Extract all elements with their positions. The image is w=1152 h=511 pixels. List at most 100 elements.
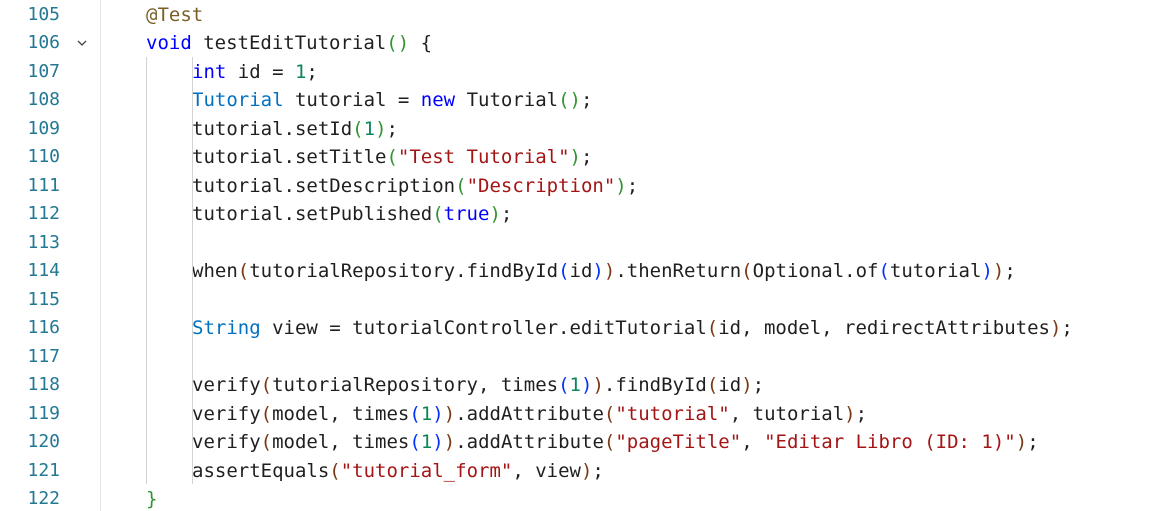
code-token: .addAttribute <box>455 402 604 425</box>
code-token: ) <box>592 260 604 282</box>
code-token: ( <box>603 402 616 425</box>
line-number: 108 <box>27 89 60 110</box>
code-text[interactable]: verify(tutorialRepository, times(1)).fin… <box>192 371 764 400</box>
code-token: ( <box>741 260 753 282</box>
code-text[interactable]: } <box>146 485 157 511</box>
line-number: 115 <box>27 288 60 310</box>
code-line[interactable]: 114 when(tutorialRepository.findById(id))… <box>0 257 1152 286</box>
code-token: ) <box>375 117 387 140</box>
code-token: } <box>146 488 158 510</box>
code-token: ( <box>558 260 570 282</box>
code-token: void <box>146 32 192 54</box>
code-token: ( <box>558 89 570 111</box>
code-line[interactable]: 106 void testEditTutorial() { <box>0 29 1152 58</box>
code-token: ; <box>1061 317 1073 339</box>
code-line[interactable]: 105 @Test <box>0 1 1152 30</box>
code-token: , view <box>512 459 581 482</box>
code-line[interactable]: 112 tutorial.setPublished(true); <box>0 200 1152 229</box>
code-token: ( <box>386 146 398 168</box>
code-line[interactable]: 118 verify(tutorialRepository, times(1)).… <box>0 371 1152 400</box>
code-token: 1 <box>294 60 307 83</box>
code-token: new <box>420 89 456 111</box>
code-token: ( <box>237 260 250 282</box>
code-token: ) <box>741 374 753 396</box>
code-token: ) <box>569 146 581 168</box>
code-token: testEditTutorial <box>191 32 387 54</box>
code-line[interactable]: 107 int id = 1; <box>0 58 1152 87</box>
code-token: ) <box>432 402 444 425</box>
code-token: id <box>718 374 742 396</box>
code-token: ( <box>432 203 444 225</box>
code-token: ( <box>455 174 467 197</box>
code-line[interactable]: 109 tutorial.setId(1); <box>0 115 1152 144</box>
code-text[interactable]: String view = tutorialController.editTut… <box>192 314 1073 343</box>
code-token: ) <box>432 431 444 453</box>
code-token: @Test <box>146 3 204 26</box>
code-token: id <box>569 260 593 282</box>
code-token: ; <box>306 60 318 83</box>
code-token: ) <box>580 374 593 396</box>
code-line[interactable]: 121 assertEquals("tutorial_form", view); <box>0 457 1152 486</box>
code-token: ; <box>1027 431 1039 453</box>
code-token: ; <box>580 146 593 168</box>
code-text[interactable]: verify(model, times(1)).addAttribute("pa… <box>192 428 1039 457</box>
code-text[interactable]: tutorial.setDescription("Description"); <box>192 172 638 201</box>
code-text[interactable]: Tutorial tutorial = new Tutorial(); <box>192 86 592 115</box>
code-token: ; <box>752 374 765 396</box>
code-line[interactable]: 111 tutorial.setDescription("Description"… <box>0 172 1152 201</box>
code-line[interactable]: 120 verify(model, times(1)).addAttribute(… <box>0 428 1152 457</box>
code-token: .addAttribute <box>455 431 604 453</box>
code-token: verify <box>192 374 261 396</box>
code-token: "Test Tutorial" <box>397 146 570 168</box>
code-text[interactable]: tutorial.setPublished(true); <box>192 200 512 229</box>
line-number: 114 <box>27 260 60 281</box>
code-text[interactable]: when(tutorialRepository.findById(id)).th… <box>192 257 1016 286</box>
line-number: 106 <box>27 32 60 53</box>
code-text[interactable]: int id = 1; <box>192 58 318 87</box>
code-token: tutorial <box>889 260 982 282</box>
code-token: verify <box>192 431 261 453</box>
code-line[interactable]: 116 String view = tutorialController.edit… <box>0 314 1152 343</box>
code-token: ( <box>260 374 273 396</box>
code-token: when <box>192 260 238 282</box>
code-token: .findById <box>603 374 707 396</box>
code-editor[interactable]: 105 @Test 106 void testEditTutorial() {107 i… <box>0 0 1152 511</box>
code-text[interactable]: verify(model, times(1)).addAttribute("tu… <box>192 400 867 429</box>
code-token: tutorial = <box>283 89 421 111</box>
code-token: ) <box>580 459 593 482</box>
code-line[interactable]: 119 verify(model, times(1)).addAttribute(… <box>0 400 1152 429</box>
code-line[interactable]: 117 <box>0 343 1152 372</box>
code-token: model, times <box>272 402 410 425</box>
line-number: 120 <box>27 431 60 452</box>
code-token: ( <box>878 260 890 282</box>
line-number: 107 <box>27 60 60 82</box>
code-token: id, model, redirectAttributes <box>718 317 1050 339</box>
code-line[interactable]: 108 Tutorial tutorial = new Tutorial(); <box>0 86 1152 115</box>
code-token: verify <box>192 402 261 425</box>
code-text[interactable]: @Test <box>146 1 203 30</box>
code-token: ; <box>1004 260 1016 282</box>
code-token: ) <box>443 402 456 425</box>
code-token: 1 <box>363 117 376 140</box>
code-line[interactable]: 122} <box>0 485 1152 511</box>
code-line[interactable]: 115 <box>0 286 1152 315</box>
chevron-down-icon[interactable] <box>74 29 90 58</box>
code-text[interactable]: tutorial.setId(1); <box>192 115 398 144</box>
indent-guide <box>192 57 193 484</box>
code-token: ( <box>352 117 364 140</box>
code-text[interactable]: tutorial.setTitle("Test Tutorial"); <box>192 143 592 172</box>
code-token: { <box>409 32 433 54</box>
code-token: 1 <box>420 431 433 453</box>
line-number: 109 <box>27 117 60 139</box>
code-token: Optional.of <box>752 260 879 282</box>
code-line[interactable]: 110 tutorial.setTitle("Test Tutorial"); <box>0 143 1152 172</box>
code-token: ( <box>706 317 719 339</box>
code-token: int <box>192 60 227 83</box>
code-token: ; <box>592 459 604 482</box>
code-text[interactable]: void testEditTutorial() { <box>146 29 432 58</box>
code-token: ) <box>615 174 627 197</box>
code-line[interactable]: 113 <box>0 229 1152 258</box>
code-token: tutorial.setPublished <box>192 203 433 225</box>
code-token: ( <box>409 402 421 425</box>
code-text[interactable]: assertEquals("tutorial_form", view); <box>192 457 604 486</box>
